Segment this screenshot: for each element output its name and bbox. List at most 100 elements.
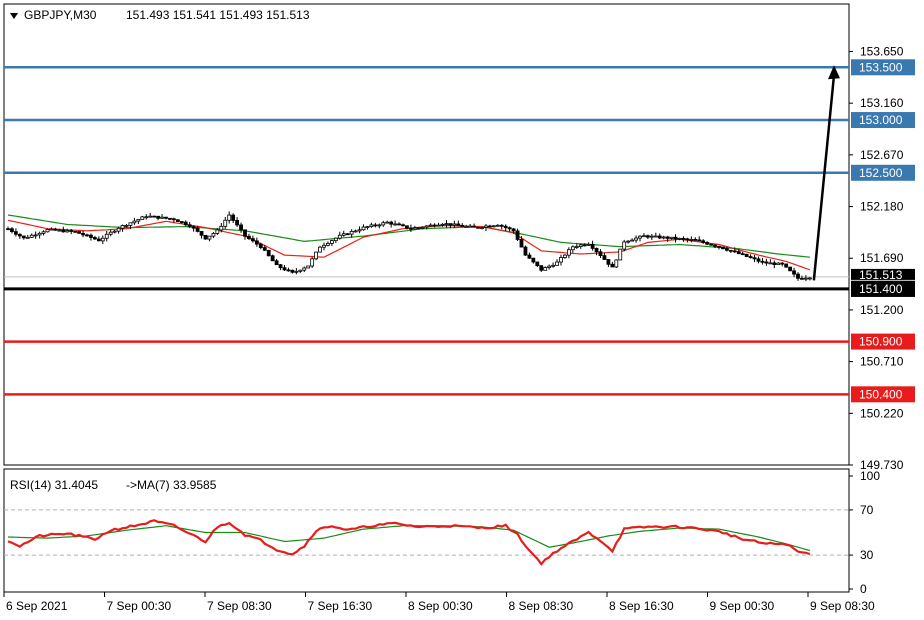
candle-body — [713, 244, 717, 247]
candle-body — [357, 229, 362, 232]
candle-body — [89, 234, 93, 238]
candle-body — [535, 261, 540, 267]
candle-body — [673, 236, 678, 240]
candle-body — [487, 225, 492, 228]
candle-body — [519, 239, 524, 248]
candle-body — [681, 237, 686, 240]
candle-body — [444, 223, 449, 225]
candle-body — [507, 227, 512, 230]
candle-body — [215, 229, 220, 234]
candle-body — [377, 224, 382, 227]
candle-body — [286, 269, 291, 272]
candle-body — [401, 224, 405, 227]
candle-body — [476, 226, 480, 229]
candle-body — [108, 231, 113, 235]
candle-body — [646, 235, 650, 238]
candle-body — [96, 238, 101, 242]
candle-body — [559, 257, 563, 263]
candle-body — [582, 244, 587, 247]
candle-body — [772, 262, 777, 265]
candle-body — [199, 231, 204, 236]
candle-body — [499, 224, 504, 227]
candle-body — [53, 228, 58, 231]
candle-body — [685, 238, 690, 241]
price-tick-label: 151.200 — [860, 303, 904, 317]
candle-body — [116, 227, 121, 232]
candle-body — [697, 239, 702, 242]
candle-body — [717, 245, 721, 248]
rsi-label: RSI(14) 31.4045 — [10, 478, 98, 492]
candle-body — [329, 240, 334, 244]
candle-body — [598, 251, 603, 257]
price-pane[interactable] — [3, 3, 850, 466]
candle-body — [677, 237, 682, 240]
price-tick-label: 151.690 — [860, 251, 904, 265]
candle-body — [480, 227, 484, 229]
candle-body — [570, 246, 575, 251]
trading-chart: GBPJPY,M30 151.493 151.541 151.493 151.5… — [3, 3, 915, 613]
candle-body — [270, 255, 275, 262]
candle-body — [630, 239, 634, 242]
candle-body — [10, 228, 14, 233]
candle-body — [701, 240, 706, 243]
candle-body — [638, 235, 642, 239]
candle-body — [314, 251, 319, 260]
candle-body — [219, 225, 224, 231]
candle — [523, 245, 528, 256]
candle-body — [622, 241, 627, 250]
candle-body — [361, 226, 366, 231]
candle-body — [523, 246, 528, 256]
candle-body — [661, 236, 666, 239]
candle-body — [448, 223, 453, 226]
candle-body — [752, 257, 757, 260]
candle-body — [760, 260, 765, 263]
price-tick-label: 153.650 — [860, 44, 904, 58]
time-tick-label: 6 Sep 2021 — [6, 599, 68, 613]
candle — [614, 259, 619, 269]
level-label: 153.500 — [859, 60, 903, 74]
time-tick-label: 9 Sep 00:30 — [710, 599, 775, 613]
candle-body — [100, 237, 105, 242]
candle-body — [298, 269, 303, 272]
time-tick-label: 8 Sep 16:30 — [609, 599, 674, 613]
rsi-tick-label: 100 — [860, 469, 880, 483]
candle-body — [491, 225, 496, 228]
candle-body — [756, 258, 761, 262]
candle-body — [258, 243, 263, 248]
candle-body — [780, 262, 785, 265]
candle-body — [432, 224, 437, 227]
candle-body — [728, 249, 733, 252]
candle — [476, 226, 480, 229]
candle-body — [239, 224, 243, 231]
candle-body — [254, 240, 259, 245]
candle-body — [148, 215, 153, 218]
candle-body — [156, 215, 161, 219]
candle-body — [456, 223, 461, 226]
candle-body — [49, 228, 54, 231]
candle-body — [128, 222, 133, 226]
price-tick-label: 152.180 — [860, 200, 904, 214]
candle-body — [389, 221, 394, 225]
candle-body — [665, 236, 670, 239]
candle-body — [175, 219, 180, 222]
candle-body — [21, 235, 26, 239]
level-label: 153.000 — [859, 113, 903, 127]
candle-body — [211, 232, 216, 237]
candle-body — [183, 221, 188, 226]
time-tick-label: 8 Sep 00:30 — [408, 599, 473, 613]
candle-body — [29, 234, 34, 238]
candle-body — [578, 244, 583, 247]
candle-body — [539, 265, 544, 271]
time-tick-label: 7 Sep 16:30 — [308, 599, 373, 613]
candle-body — [551, 264, 555, 267]
rsi-tick-label: 0 — [860, 582, 867, 596]
candle-body — [37, 232, 42, 236]
price-tick-label: 150.710 — [860, 355, 904, 369]
pivot-label: 151.400 — [859, 282, 903, 296]
candle-body — [527, 254, 532, 259]
level-label: 152.500 — [859, 166, 903, 180]
candle-body — [705, 242, 710, 245]
candle-body — [65, 230, 70, 233]
candle-body — [649, 235, 654, 238]
candle-body — [290, 269, 295, 273]
